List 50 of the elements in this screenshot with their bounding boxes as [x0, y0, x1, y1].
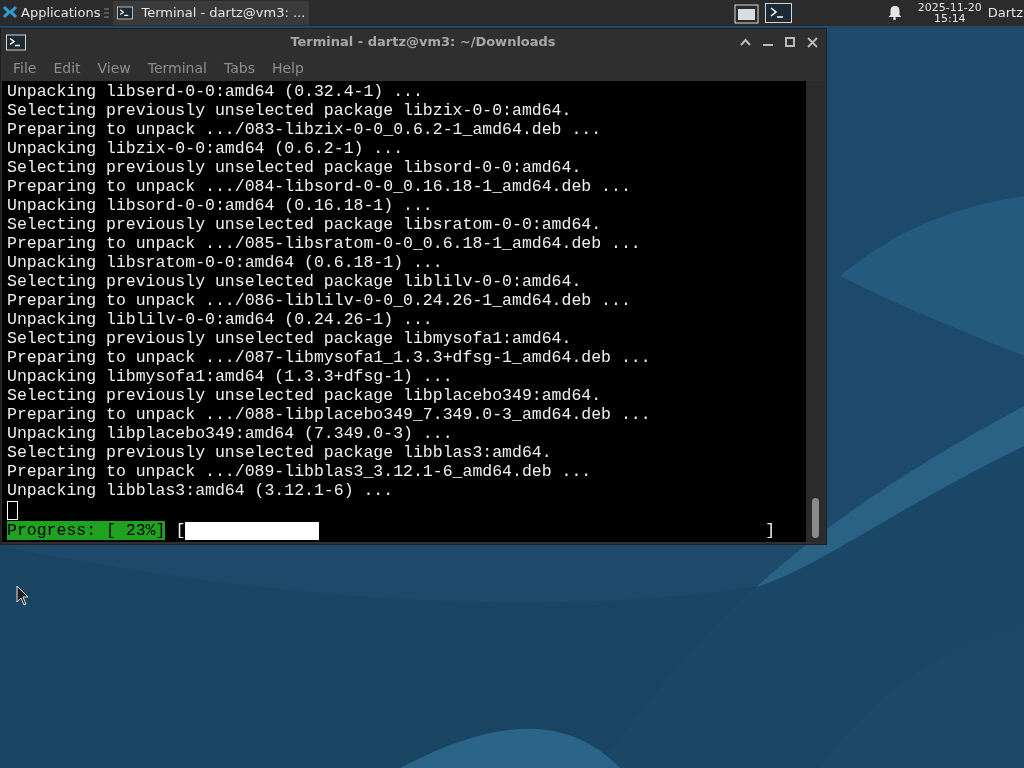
user-name[interactable]: Dartz	[987, 3, 1023, 23]
menu-item[interactable]: Tabs	[215, 57, 263, 79]
terminal-line: Preparing to unpack .../087-libmysofa1_1.3.3+dfsg-1_amd64.deb ...	[7, 348, 652, 367]
clock-time: 15:14	[933, 13, 966, 24]
terminal-line: Unpacking libserd-0-0:amd64 (0.32.4-1) ...	[7, 82, 424, 101]
terminal-line: Preparing to unpack .../088-libplacebo349_7.349.0-3_amd64.deb ...	[7, 405, 652, 424]
terminal-icon	[117, 6, 134, 20]
terminal-line: Unpacking libsratom-0-0:amd64 (0.6.18-1) ...	[7, 253, 444, 272]
terminal-icon	[6, 33, 26, 51]
menu-item[interactable]: File	[5, 57, 45, 79]
bracket: [	[175, 521, 186, 540]
terminal-line: Selecting previously unselected package libplacebo349:amd64.	[7, 386, 603, 405]
terminal-line: Selecting previously unselected package liblilv-0-0:amd64.	[7, 272, 583, 291]
menu-item[interactable]: Help	[263, 57, 312, 79]
terminal-line: Preparing to unpack .../086-liblilv-0-0_0.24.26-1_amd64.deb ...	[7, 291, 632, 310]
terminal-line: Preparing to unpack .../085-libsratom-0-0_0.6.18-1_amd64.deb ...	[7, 234, 642, 253]
taskbar-button[interactable]: Terminal - dartz@vm3: ...	[113, 1, 310, 25]
terminal-line: Unpacking libplacebo349:amd64 (7.349.0-3) ...	[7, 424, 454, 443]
workspace-icon[interactable]	[733, 2, 759, 24]
terminal-line: Selecting previously unselected package libblas3:amd64.	[7, 443, 553, 462]
terminal-line: Selecting previously unselected package libsord-0-0:amd64.	[7, 158, 583, 177]
menu-item[interactable]: Edit	[45, 57, 89, 79]
text-cursor	[7, 501, 18, 520]
terminal-line: Selecting previously unselected package libzix-0-0:amd64.	[7, 101, 573, 120]
mouse-pointer-icon	[16, 585, 29, 606]
applications-menu[interactable]: Applications	[0, 0, 103, 26]
menu-item[interactable]: Terminal	[139, 57, 215, 79]
bracket: ]	[765, 521, 776, 540]
maximize-icon[interactable]	[785, 37, 795, 47]
terminal-icon[interactable]	[764, 3, 792, 23]
scrollbar[interactable]	[806, 81, 825, 542]
window-title: Terminal - dartz@vm3: ~/Downloads	[289, 33, 557, 52]
terminal-line: Unpacking libmysofa1:amd64 (1.3.3+dfsg-1) ...	[7, 367, 454, 386]
close-icon[interactable]	[807, 36, 818, 48]
bell-icon[interactable]	[887, 6, 901, 20]
terminal-line: Unpacking libzix-0-0:amd64 (0.6.2-1) ...	[7, 139, 405, 158]
clock-date: 2025-11-20	[917, 2, 982, 13]
separator-handle-icon	[104, 8, 110, 18]
terminal-line: Unpacking libsord-0-0:amd64 (0.16.18-1) ...	[7, 196, 434, 215]
menu-item[interactable]: View	[89, 57, 139, 79]
terminal-line: Preparing to unpack .../089-libblas3_3.12.1-6_amd64.deb ...	[7, 462, 593, 481]
terminal-line: Preparing to unpack .../083-libzix-0-0_0.6.2-1_amd64.deb ...	[7, 120, 603, 139]
terminal-line: Unpacking libblas3:amd64 (3.12.1-6) ...	[7, 481, 395, 500]
terminal-line: Unpacking liblilv-0-0:amd64 (0.24.26-1) ...	[7, 310, 434, 329]
terminal-line: Selecting previously unselected package libmysofa1:amd64.	[7, 329, 573, 348]
roll-up-icon[interactable]	[740, 38, 751, 46]
terminal-line: Selecting previously unselected package libsratom-0-0:amd64.	[7, 215, 603, 234]
progress-label: Progress: [ 23%]	[7, 521, 166, 540]
logo-icon	[2, 5, 18, 21]
terminal-line: Preparing to unpack .../084-libsord-0-0_0.16.18-1_amd64.deb ...	[7, 177, 632, 196]
